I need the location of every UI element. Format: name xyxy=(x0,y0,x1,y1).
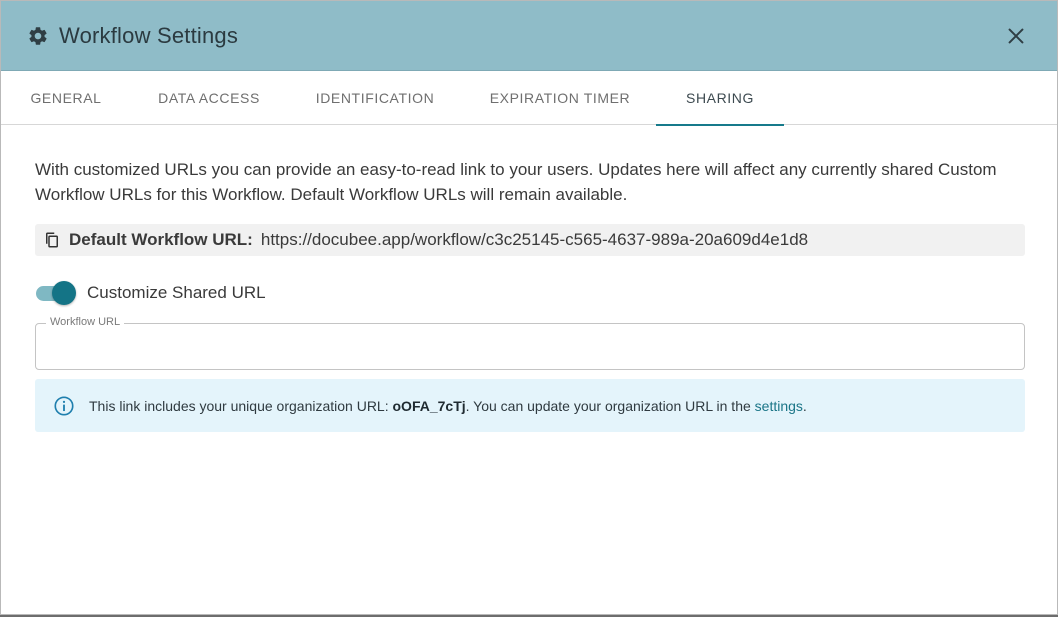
info-prefix: This link includes your unique organizat… xyxy=(89,397,393,414)
dialog-header: Workflow Settings xyxy=(1,1,1057,71)
customize-url-row: Customize Shared URL xyxy=(35,279,266,307)
tab-expiration-timer[interactable]: EXPIRATION TIMER xyxy=(487,71,633,125)
tab-data-access[interactable]: DATA ACCESS xyxy=(153,71,265,125)
info-text: This link includes your unique organizat… xyxy=(89,398,807,414)
tab-bar: GENERAL DATA ACCESS IDENTIFICATION EXPIR… xyxy=(1,71,1057,126)
sharing-panel: With customized URLs you can provide an … xyxy=(35,157,1025,207)
default-url-value: https://docubee.app/workflow/c3c25145-c5… xyxy=(260,230,809,249)
gear-icon xyxy=(27,25,49,47)
tab-identification[interactable]: IDENTIFICATION xyxy=(309,71,441,125)
dialog-title: Workflow Settings xyxy=(59,22,239,48)
info-middle: . You can update your organization URL i… xyxy=(465,397,755,414)
settings-link[interactable]: settings xyxy=(755,398,803,414)
copy-icon[interactable] xyxy=(43,231,61,249)
customize-url-label: Customize Shared URL xyxy=(87,283,266,302)
tab-sharing[interactable]: SHARING xyxy=(656,71,784,126)
workflow-url-field: Workflow URL xyxy=(35,316,1025,370)
workflow-url-input[interactable] xyxy=(36,324,1024,369)
tab-general[interactable]: GENERAL xyxy=(23,71,109,125)
info-banner: This link includes your unique organizat… xyxy=(35,379,1025,432)
info-icon xyxy=(53,395,75,417)
default-url-label: Default Workflow URL: xyxy=(69,230,253,249)
default-url-box: Default Workflow URL: https://docubee.ap… xyxy=(35,224,1025,256)
toggle-knob xyxy=(52,281,76,305)
sharing-description: With customized URLs you can provide an … xyxy=(35,160,997,204)
close-icon[interactable] xyxy=(1005,25,1027,47)
info-suffix: . xyxy=(802,397,807,414)
org-url: oOFA_7cTj xyxy=(392,397,466,414)
workflow-url-label: Workflow URL xyxy=(46,316,125,328)
customize-url-toggle[interactable] xyxy=(35,280,77,306)
workflow-settings-dialog: Workflow Settings GENERAL DATA ACCESS ID… xyxy=(0,0,1058,615)
